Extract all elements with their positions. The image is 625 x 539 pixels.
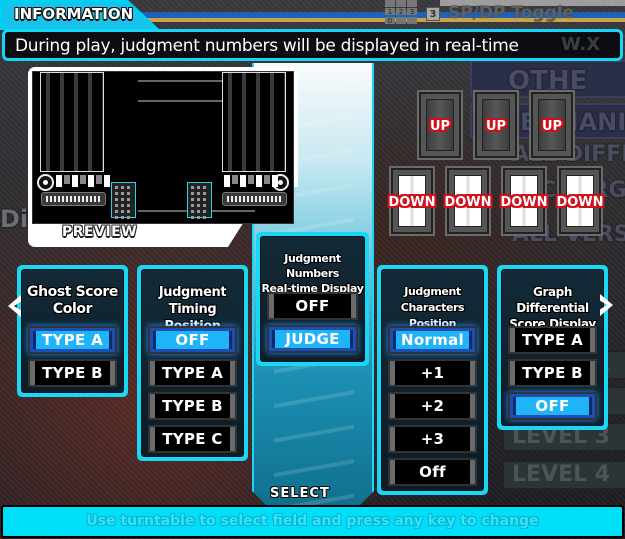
key-down-label: DOWN (556, 195, 604, 210)
preview-label: PREVIEW (62, 224, 138, 240)
footer-bar: Use turntable to select field and press … (1, 505, 624, 538)
option-type-b[interactable]: TYPE B (508, 359, 597, 387)
keypad-cell: 2 (396, 8, 406, 16)
info-message: During play, judgment numbers will be di… (15, 36, 519, 56)
option-type-b[interactable]: TYPE B (28, 359, 117, 387)
select-label: SELECT (270, 486, 330, 501)
panel-judgment-timing-position[interactable]: Judgment TimingPosition OFF TYPE A TYPE … (137, 265, 248, 461)
key-down-label: DOWN (500, 195, 548, 210)
option-type-c[interactable]: TYPE C (148, 425, 237, 453)
preview-judge-counter-right (187, 182, 212, 219)
shortcut-label: SP/DP Toggle (448, 3, 575, 23)
panel-graph-differential-score[interactable]: Graph Differential Score Display TYPE A T… (497, 265, 608, 430)
panel-title: Judgment Characters Position (400, 285, 465, 330)
key-up-1: UP (419, 92, 461, 158)
keypad-cell (407, 0, 417, 7)
key-down-label: DOWN (388, 195, 436, 210)
panel-judgment-characters-position[interactable]: Judgment Characters Position Normal +1 +2… (377, 265, 488, 495)
panel-ghost-score-color[interactable]: Ghost Score Color TYPE A TYPE B (17, 265, 128, 397)
option-type-b[interactable]: TYPE B (148, 392, 237, 420)
panel-title: Judgment Numbers Real-time Display (261, 252, 364, 295)
preview-keys-left (56, 175, 110, 187)
preview-gauge-left (41, 192, 106, 206)
keypad-cell (407, 16, 417, 24)
option-off[interactable]: OFF (508, 392, 597, 420)
option-off[interactable]: OFF (267, 292, 358, 320)
keypad-cell (396, 0, 406, 7)
keypad-cell: 1 (385, 8, 395, 16)
key-down-2: DOWN (444, 168, 492, 234)
key-up-label: UP (485, 119, 507, 134)
top-bar: 1 2 3 0 3 SP/DP Toggle INFORMATION (0, 0, 625, 30)
bg-level-item: LEVEL 4 (502, 460, 625, 490)
keypad-cell: 3 (407, 8, 417, 16)
keypad-icon: 1 2 3 0 (385, 0, 417, 25)
bg-fragment: W.X (561, 34, 601, 55)
preview-gauge-right (222, 192, 287, 206)
key-down-label: DOWN (444, 195, 492, 210)
panel-title: Graph Differential Score Display (509, 285, 596, 331)
key-up-label: UP (541, 119, 563, 134)
option-type-a[interactable]: TYPE A (148, 359, 237, 387)
keypad-cell (385, 0, 395, 7)
option-plus-1[interactable]: +1 (388, 359, 477, 387)
option-off[interactable]: OFF (148, 326, 237, 354)
footer-hint: Use turntable to select field and press … (86, 513, 539, 529)
keypad-cell: 0 (385, 16, 395, 25)
option-judge[interactable]: JUDGE (267, 325, 358, 353)
option-normal[interactable]: Normal (388, 326, 477, 354)
preview-lanes-left (40, 72, 104, 172)
option-off[interactable]: Off (388, 458, 477, 486)
option-plus-3[interactable]: +3 (388, 425, 477, 453)
keypad-cell (396, 16, 406, 24)
info-title: INFORMATION (14, 5, 134, 23)
turntable-icon (37, 174, 54, 191)
panel-judgment-numbers-realtime[interactable]: Judgment Numbers Real-time Display OFF JU… (256, 232, 369, 366)
key-up-3: UP (531, 92, 573, 158)
panel-title: Ghost Score Color (27, 284, 118, 317)
key-up-label: UP (429, 119, 451, 134)
shortcut-key-badge: 3 (426, 7, 440, 21)
preview-judge-counter-left (111, 182, 136, 219)
option-plus-2[interactable]: +2 (388, 392, 477, 420)
key-down-3: DOWN (500, 168, 548, 234)
info-bar: During play, judgment numbers will be di… (2, 29, 623, 61)
key-down-4: DOWN (556, 168, 604, 234)
preview-keys-right (224, 175, 278, 187)
option-type-a[interactable]: TYPE A (508, 326, 597, 354)
key-down-1: DOWN (388, 168, 436, 234)
key-up-2: UP (475, 92, 517, 158)
preview-lanes-right (222, 72, 286, 172)
option-type-a[interactable]: TYPE A (28, 326, 117, 354)
